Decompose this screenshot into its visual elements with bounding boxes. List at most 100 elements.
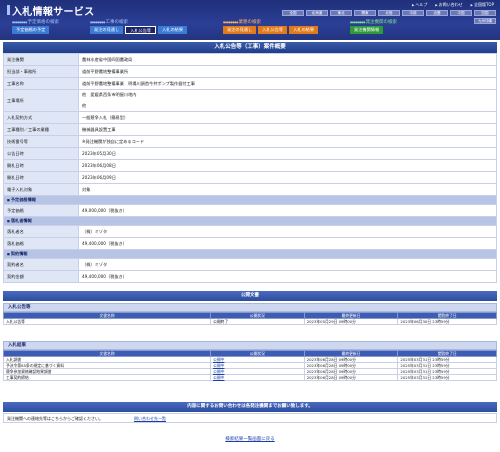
doc-status-link[interactable]: 公開中 — [213, 375, 224, 380]
region-button[interactable]: 中国 — [450, 10, 472, 16]
nav-group-label: 業務の検索 — [223, 19, 262, 25]
info-row: 工事種別／工事の業種 機械器具設置工事 — [3, 123, 497, 136]
info-value-line: 他 愛媛県西条市明屋川地内 — [82, 92, 137, 97]
info-label: 発注機関 — [3, 53, 79, 66]
region-button[interactable]: 関東 — [354, 10, 376, 16]
tab-service-notice[interactable]: 入札公告等 — [258, 26, 288, 34]
info-value: 2023年06月09日 — [78, 171, 497, 184]
doc-status-link[interactable]: 公開中 — [213, 363, 224, 368]
national-top-link[interactable]: 全国版TOP — [471, 2, 494, 8]
info-value-line: 他 — [82, 103, 87, 108]
info-value: ※発注機関が独自に定めるコード — [78, 135, 497, 148]
info-section-row: 予定価格情報 — [3, 195, 497, 205]
tab-service-result[interactable]: 入札の結果 — [289, 26, 319, 34]
info-label: 予定価格 — [3, 204, 79, 217]
page-title: 入札公告等（工事）案件概要 — [3, 42, 497, 53]
doc-status-link[interactable]: 公開中 — [213, 357, 224, 362]
tab-construction-notice[interactable]: 入札公告等 — [125, 26, 157, 34]
tab-construction-outlook[interactable]: 発注の見通し — [90, 26, 124, 34]
tab-price-plan[interactable]: 予定価格の予定 — [12, 26, 50, 34]
info-label: 入札契約方式 — [3, 111, 79, 124]
table-cell: 2023年06月28日 09時00分 — [303, 374, 399, 381]
table-cell: 2023年06月30日 23時59分 — [397, 318, 497, 325]
doc-status-link[interactable]: 公開中 — [213, 369, 224, 374]
table-cell: 公開中 — [210, 374, 305, 381]
nav-group-label: 発注機関の検索 — [350, 19, 398, 25]
info-value: 農林水産省中国四国農政局 — [78, 53, 497, 66]
info-row: 落札者名 （株）ミゾタ — [3, 225, 497, 238]
info-row: 落札価格 49,400,000（税抜き） — [3, 237, 497, 250]
info-row: 電子入札対象 対象 — [3, 183, 497, 196]
info-section-row: 契約情報 — [3, 249, 497, 259]
info-value: 他 愛媛県西条市明屋川地内他 — [78, 89, 497, 112]
info-label: 技術番号等 — [3, 135, 79, 148]
info-row: 発注機関 農林水産省中国四国農政局 — [3, 53, 497, 66]
help-link[interactable]: ヘルプ — [412, 2, 427, 8]
nav-group-label: 工事の検索 — [90, 19, 129, 25]
region-button[interactable]: 東北 — [330, 10, 352, 16]
info-row: 担当部・事務所 道前平野農地整備事業所 — [3, 65, 497, 78]
info-label: 電子入札対象 — [3, 183, 79, 196]
info-section-row: 落札者情報 — [3, 216, 497, 226]
info-row: 工事場所他 愛媛県西条市明屋川地内他 — [3, 89, 497, 112]
table-cell: 公開終了 — [210, 318, 305, 325]
info-row: 公告日時 2023年05月30日 — [3, 147, 497, 160]
info-label: 契約金額 — [3, 270, 79, 283]
info-row: 予定価格 49,000,000（税抜き） — [3, 204, 497, 217]
site-header: 入札情報サービス ヘルプ お問い合わせ 全国版TOP 全国 北海道 東北 関東 … — [0, 0, 500, 40]
info-value: 49,400,000（税抜き） — [78, 237, 497, 250]
table-row: 工事契約締結 公開中 2023年06月28日 09時00分 2025年03月31日 2… — [2, 374, 497, 381]
info-value: 2023年06月08日 — [78, 159, 497, 172]
table-cell: 2025年03月31日 23時59分 — [397, 374, 497, 381]
info-row: 開札日時 2023年06月09日 — [3, 171, 497, 184]
info-value: 49,400,000（税抜き） — [78, 270, 497, 283]
info-section-label: 落札者情報 — [3, 216, 497, 226]
info-label: 公告日時 — [3, 147, 79, 160]
info-section-label: 予定価格情報 — [3, 195, 497, 205]
tab-agency-info[interactable]: 発注機関情報 — [350, 26, 384, 34]
site-title[interactable]: 入札情報サービス — [6, 3, 94, 18]
section-result-title: 入札結果 — [3, 341, 497, 350]
contact-list-link[interactable]: 問い合わせ先一覧 — [134, 414, 166, 423]
contact-title: 内容に関するお問い合わせは各発注機関までお願い致します。 — [3, 402, 497, 412]
info-value: 機械器具設置工事 — [78, 123, 497, 136]
table-cell: 工事契約締結 — [2, 374, 212, 381]
info-label: 工事名称 — [3, 77, 79, 90]
region-button[interactable]: 北陸 — [378, 10, 400, 16]
region-button[interactable]: 北海道 — [306, 10, 328, 16]
info-row: 開札日時 2023年06月08日 — [3, 159, 497, 172]
tab-service-outlook[interactable]: 発注の見通し — [223, 26, 257, 34]
table-cell: 2023年05月29日 09時00分 — [303, 318, 399, 325]
info-value: 道前平野農地整備事業所 — [78, 65, 497, 78]
info-label: 落札価格 — [3, 237, 79, 250]
info-value: 49,000,000（税抜き） — [78, 204, 497, 217]
nav-group-label: 予定価格の検索 — [12, 19, 60, 25]
info-value: （株）ミゾタ — [78, 225, 497, 238]
info-value: 道前平野農地整備事業 明場川頭首今井ポンプ製作据付工事 — [78, 77, 497, 90]
info-label: 落札者名 — [3, 225, 79, 238]
public-docs-title: 公開文書 — [3, 291, 497, 301]
info-row: 工事名称 道前平野農地整備事業 明場川頭首今井ポンプ製作据付工事 — [3, 77, 497, 90]
contact-text: 発注機関への連絡先等はこちらからご確認ください。 — [7, 416, 103, 421]
info-label: 担当部・事務所 — [3, 65, 79, 78]
table-cell: 入札公告等 — [2, 318, 212, 325]
section-notice-title: 入札公告等 — [3, 303, 497, 312]
info-row: 契約者名 （株）ミゾタ — [3, 258, 497, 271]
info-label: 契約者名 — [3, 258, 79, 271]
region-button[interactable]: 四国 — [474, 10, 496, 16]
region-button[interactable]: 近畿 — [426, 10, 448, 16]
back-to-results-link[interactable]: 検索結果一覧画面に戻る — [225, 437, 275, 442]
info-row: 契約金額 49,400,000（税抜き） — [3, 270, 497, 283]
info-row: 入札契約方式 一般競争入札（簡易型） — [3, 111, 497, 124]
project-info-table: 発注機関 農林水産省中国四国農政局 担当部・事務所 道前平野農地整備事業所 工事名称 道前… — [3, 53, 497, 283]
region-button[interactable]: 全国 — [282, 10, 304, 16]
back-link-wrap: 検索結果一覧画面に戻る — [0, 436, 500, 442]
result-docs-table: 文書名称 公開状況 最終更新日 閲覧終了日 入札調書 公開中 2023年06月28日 09… — [2, 350, 497, 381]
contact-link[interactable]: お問い合わせ — [435, 2, 463, 8]
info-label: 工事場所 — [3, 89, 79, 112]
info-value: 2023年05月30日 — [78, 147, 497, 160]
region-button[interactable]: 中部 — [402, 10, 424, 16]
tab-construction-result[interactable]: 入札の結果 — [158, 26, 188, 34]
top-links: ヘルプ お問い合わせ 全国版TOP — [412, 2, 494, 8]
info-label: 開札日時 — [3, 171, 79, 184]
